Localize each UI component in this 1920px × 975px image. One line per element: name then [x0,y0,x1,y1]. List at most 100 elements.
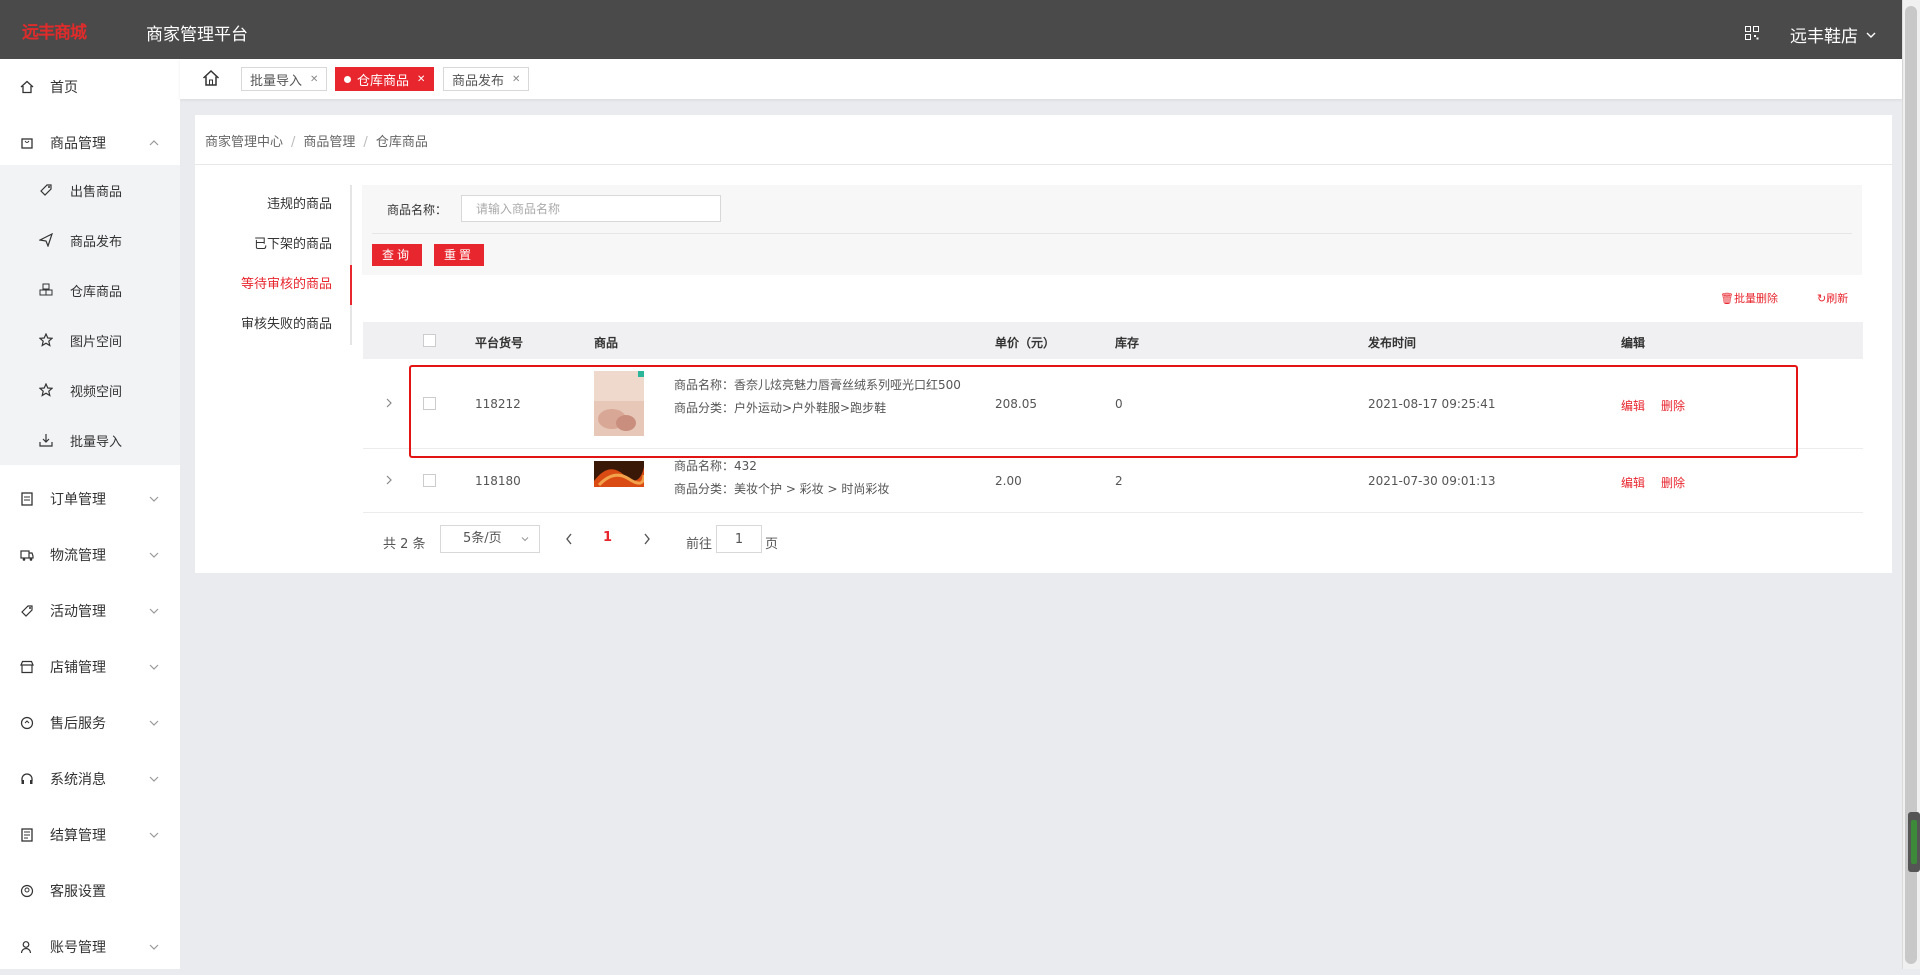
support-icon [20,884,34,898]
edit-link[interactable]: 编辑 [1621,474,1645,491]
sidebar-item-account-mgmt[interactable]: 账号管理 [0,919,180,975]
next-page-icon[interactable] [643,533,651,545]
breadcrumb-item[interactable]: 商品管理 [303,135,355,150]
sidebar-subitem-video-space[interactable]: 视频空间 [0,365,180,415]
chevron-down-icon [521,537,529,542]
close-icon[interactable]: ✕ [512,74,520,85]
page-size-value: 5条/页 [463,531,502,546]
sidebar-item-cs-settings[interactable]: 客服设置 [0,863,180,919]
divider [195,164,1892,165]
tag-icon [40,184,52,196]
batch-delete-link[interactable]: 🗑批量删除 [1720,290,1778,306]
current-page[interactable]: 1 [603,530,612,545]
tab-label: 仓库商品 [357,73,410,89]
status-delisted[interactable]: 已下架的商品 [195,225,352,265]
bag-icon [21,138,33,149]
sidebar-item-label: 商品管理 [50,136,106,152]
delete-link[interactable]: 删除 [1661,474,1685,491]
goto-page-input[interactable] [716,525,762,553]
tab-product-publish[interactable]: 商品发布 ✕ [443,67,530,91]
batch-delete-label: 批量删除 [1733,292,1778,305]
chevron-down-icon [149,776,159,782]
home-icon[interactable] [202,69,220,87]
chevron-down-icon [149,552,159,558]
select-all-checkbox[interactable] [423,334,436,347]
expand-chevron-icon[interactable] [385,398,393,408]
sidebar-subitem-on-sale[interactable]: 出售商品 [0,165,180,215]
chevron-down-icon [149,664,159,670]
logo[interactable]: 远丰商城 [22,18,87,43]
query-button[interactable]: 查询 [372,244,423,266]
product-category: 商品分类：美妆个护 > 彩妆 > 时尚彩妆 [674,482,890,496]
sidebar-item-after-sales[interactable]: 售后服务 [0,695,180,751]
top-header: 远丰商城 商家管理平台 远丰鞋店 [0,0,1902,59]
product-name-input[interactable] [461,195,721,222]
page-unit-label: 页 [765,537,779,552]
sidebar-item-label: 客服设置 [50,884,106,900]
tab-warehouse-products[interactable]: 仓库商品 ✕ [335,67,435,91]
row-checkbox[interactable] [423,474,436,487]
status-pending-review[interactable]: 等待审核的商品 [195,265,352,305]
sidebar-item-label: 售后服务 [50,716,106,732]
send-icon [39,233,53,247]
star-icon [39,333,53,347]
status-review-failed[interactable]: 审核失败的商品 [195,305,352,345]
divider [372,233,1852,234]
column-header: 编辑 [1621,336,1646,350]
chevron-down-icon [149,720,159,726]
goto-label: 前往 [686,537,713,552]
product-name-label: 商品名称： [387,203,448,217]
shop-name[interactable]: 远丰鞋店 [1790,22,1858,47]
refresh-link[interactable]: ↻刷新 [1817,290,1848,306]
sidebar-item-store-mgmt[interactable]: 店铺管理 [0,639,180,695]
prev-page-icon[interactable] [565,533,573,545]
user-icon [20,941,32,954]
sidebar-item-order-mgmt[interactable]: 订单管理 [0,471,180,527]
service-icon [20,716,34,730]
chevron-down-icon [149,944,159,950]
status-violation[interactable]: 违规的商品 [195,185,352,225]
platform-title: 商家管理平台 [146,25,248,45]
qr-code-icon[interactable] [1745,26,1759,40]
highlight-annotation-box [409,365,1798,458]
expand-chevron-icon[interactable] [385,475,393,485]
pagination-total: 共 2 条 [383,537,426,552]
breadcrumb-item[interactable]: 商家管理中心 [205,135,283,150]
import-icon [39,434,53,447]
column-header: 商品 [594,336,619,350]
side-widget[interactable] [1908,812,1920,872]
tab-label: 批量导入 [250,73,303,89]
sidebar-item-label: 物流管理 [50,548,106,564]
active-dot-icon [344,75,351,83]
sidebar-item-home[interactable]: 首页 [0,59,180,115]
close-icon[interactable]: ✕ [310,74,318,85]
sidebar-item-settlement-mgmt[interactable]: 结算管理 [0,807,180,863]
sidebar-subitem-warehouse[interactable]: 仓库商品 [0,265,180,315]
sidebar-subitem-publish[interactable]: 商品发布 [0,215,180,265]
sidebar-item-system-messages[interactable]: 系统消息 [0,751,180,807]
tab-batch-import[interactable]: 批量导入 ✕ [241,67,328,91]
table-header: 平台货号 商品 单价（元） 库存 发布时间 编辑 [363,322,1863,359]
product-thumbnail[interactable] [594,461,644,487]
refresh-label: 刷新 [1826,292,1849,305]
sidebar-item-product-mgmt[interactable]: 商品管理 [0,115,180,171]
sidebar-item-label: 系统消息 [50,772,106,788]
tab-label: 商品发布 [452,73,505,89]
boxes-icon [39,283,53,296]
sidebar-subitem-batch-import[interactable]: 批量导入 [0,415,180,465]
truck-icon [20,550,34,561]
sidebar-subitem-label: 批量导入 [70,434,123,450]
sidebar-item-logistics-mgmt[interactable]: 物流管理 [0,527,180,583]
reset-button[interactable]: 重置 [434,244,485,266]
chevron-down-icon[interactable] [1866,30,1876,40]
column-header: 平台货号 [475,336,524,350]
chevron-down-icon [149,608,159,614]
sidebar-item-activity-mgmt[interactable]: 活动管理 [0,583,180,639]
column-header: 发布时间 [1368,336,1417,350]
tab-bar: 批量导入 ✕ 仓库商品 ✕ 商品发布 ✕ [180,59,1902,99]
close-icon[interactable]: ✕ [417,74,425,85]
page-size-select[interactable]: 5条/页 [440,525,540,553]
sidebar-subitem-label: 图片空间 [70,334,123,350]
sidebar-subitem-image-space[interactable]: 图片空间 [0,315,180,365]
chevron-up-icon [149,140,159,146]
